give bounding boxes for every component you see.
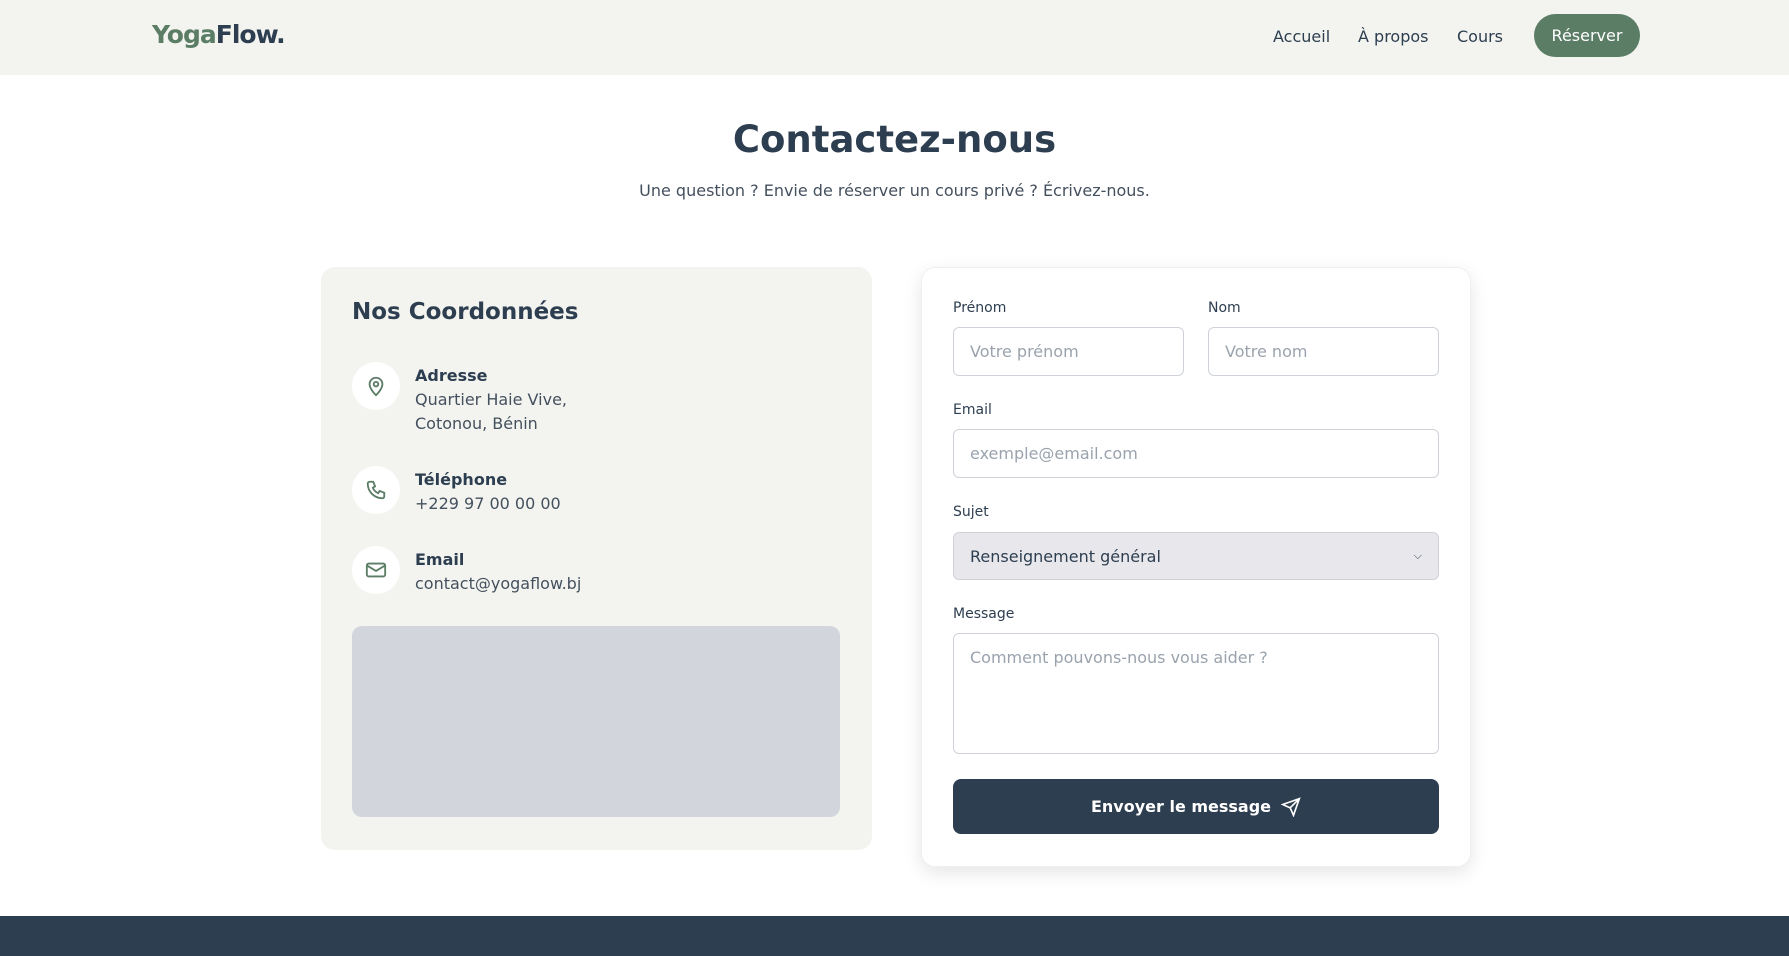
subject-label: Sujet xyxy=(953,504,989,520)
contact-info-card: Nos Coordonnées Adresse Quartier Haie Viv… xyxy=(321,267,872,850)
map-pin-icon xyxy=(352,362,400,410)
email-input[interactable]: exemple@email.com xyxy=(953,429,1439,478)
top-navbar: YogaFlow. Accueil À propos Cours Réserve… xyxy=(0,0,1789,75)
nav-a-propos[interactable]: À propos xyxy=(1358,27,1428,46)
email-item: Email contact@yogaflow.bj xyxy=(415,550,582,593)
footer xyxy=(0,916,1789,956)
send-icon xyxy=(1281,796,1301,817)
phone-item: Téléphone +229 97 00 00 00 xyxy=(415,470,561,513)
nav-accueil[interactable]: Accueil xyxy=(1273,27,1330,46)
send-message-button[interactable]: Envoyer le message xyxy=(953,779,1439,834)
reserve-button[interactable]: Réserver xyxy=(1534,14,1640,57)
page-title: Contactez-nous xyxy=(732,118,1057,161)
first-name-input[interactable]: Votre prénom xyxy=(953,327,1184,376)
email-label: Email xyxy=(953,402,992,418)
mail-icon xyxy=(352,546,400,594)
last-name-input[interactable]: Votre nom xyxy=(1208,327,1439,376)
last-name-label: Nom xyxy=(1208,300,1241,316)
chevron-down-icon: ⌵ xyxy=(1413,549,1422,562)
logo[interactable]: YogaFlow. xyxy=(152,20,286,49)
map-placeholder xyxy=(352,626,840,817)
contact-info-title: Nos Coordonnées xyxy=(352,299,579,325)
page-subtitle: Une question ? Envie de réserver un cour… xyxy=(639,181,1150,200)
nav-cours[interactable]: Cours xyxy=(1457,27,1503,46)
phone-icon xyxy=(352,466,400,514)
message-label: Message xyxy=(953,606,1015,622)
message-textarea[interactable]: Comment pouvons-nous vous aider ? xyxy=(953,633,1439,754)
contact-form: Prénom Votre prénom Nom Votre nom Email … xyxy=(921,267,1471,867)
subject-select[interactable]: Renseignement général ⌵ xyxy=(953,532,1439,580)
address-item: Adresse Quartier Haie Vive, Cotonou, Bénin xyxy=(415,366,567,433)
first-name-label: Prénom xyxy=(953,300,1007,316)
